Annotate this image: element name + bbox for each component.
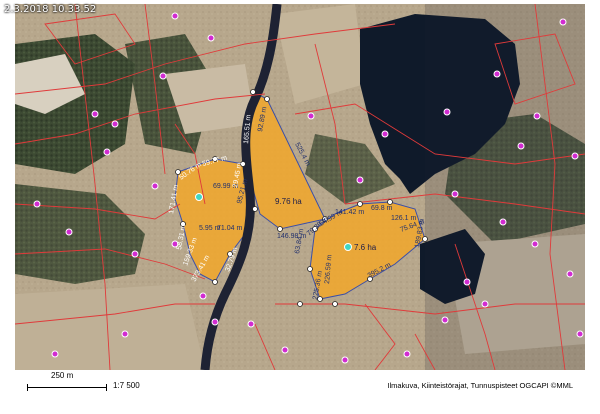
imagery-tile-edge bbox=[425, 4, 585, 370]
area-label-north: 9.76 ha bbox=[275, 197, 302, 206]
scale-bar bbox=[27, 384, 107, 391]
map-attribution: Ilmakuva, Kiinteistörajat, Tunnuspisteet… bbox=[387, 381, 573, 390]
scale-ratio: 1:7 500 bbox=[113, 381, 140, 390]
map-view[interactable]: 9.76 ha 7.6 ha 59.77 m 50.76 m 171.41 m … bbox=[15, 4, 585, 370]
capture-timestamp: 2.3.2018 10.33.52 bbox=[4, 4, 97, 15]
aerial-map[interactable]: 9.76 ha 7.6 ha 59.77 m 50.76 m 171.41 m … bbox=[15, 4, 585, 370]
measure-label: 69.8 m bbox=[371, 205, 393, 212]
parcel-east-centroid-icon bbox=[344, 243, 352, 251]
measure-label: 71.04 m bbox=[217, 225, 242, 232]
parcel-west-centroid-icon bbox=[195, 193, 203, 201]
measure-label: 141.42 m bbox=[335, 209, 364, 216]
measure-label: 126.1 m bbox=[391, 215, 416, 222]
area-label-east: 7.6 ha bbox=[354, 243, 377, 252]
scale-bar-label: 250 m bbox=[51, 371, 74, 380]
map-footer: 250 m 1:7 500 Ilmakuva, Kiinteistörajat,… bbox=[15, 370, 585, 414]
